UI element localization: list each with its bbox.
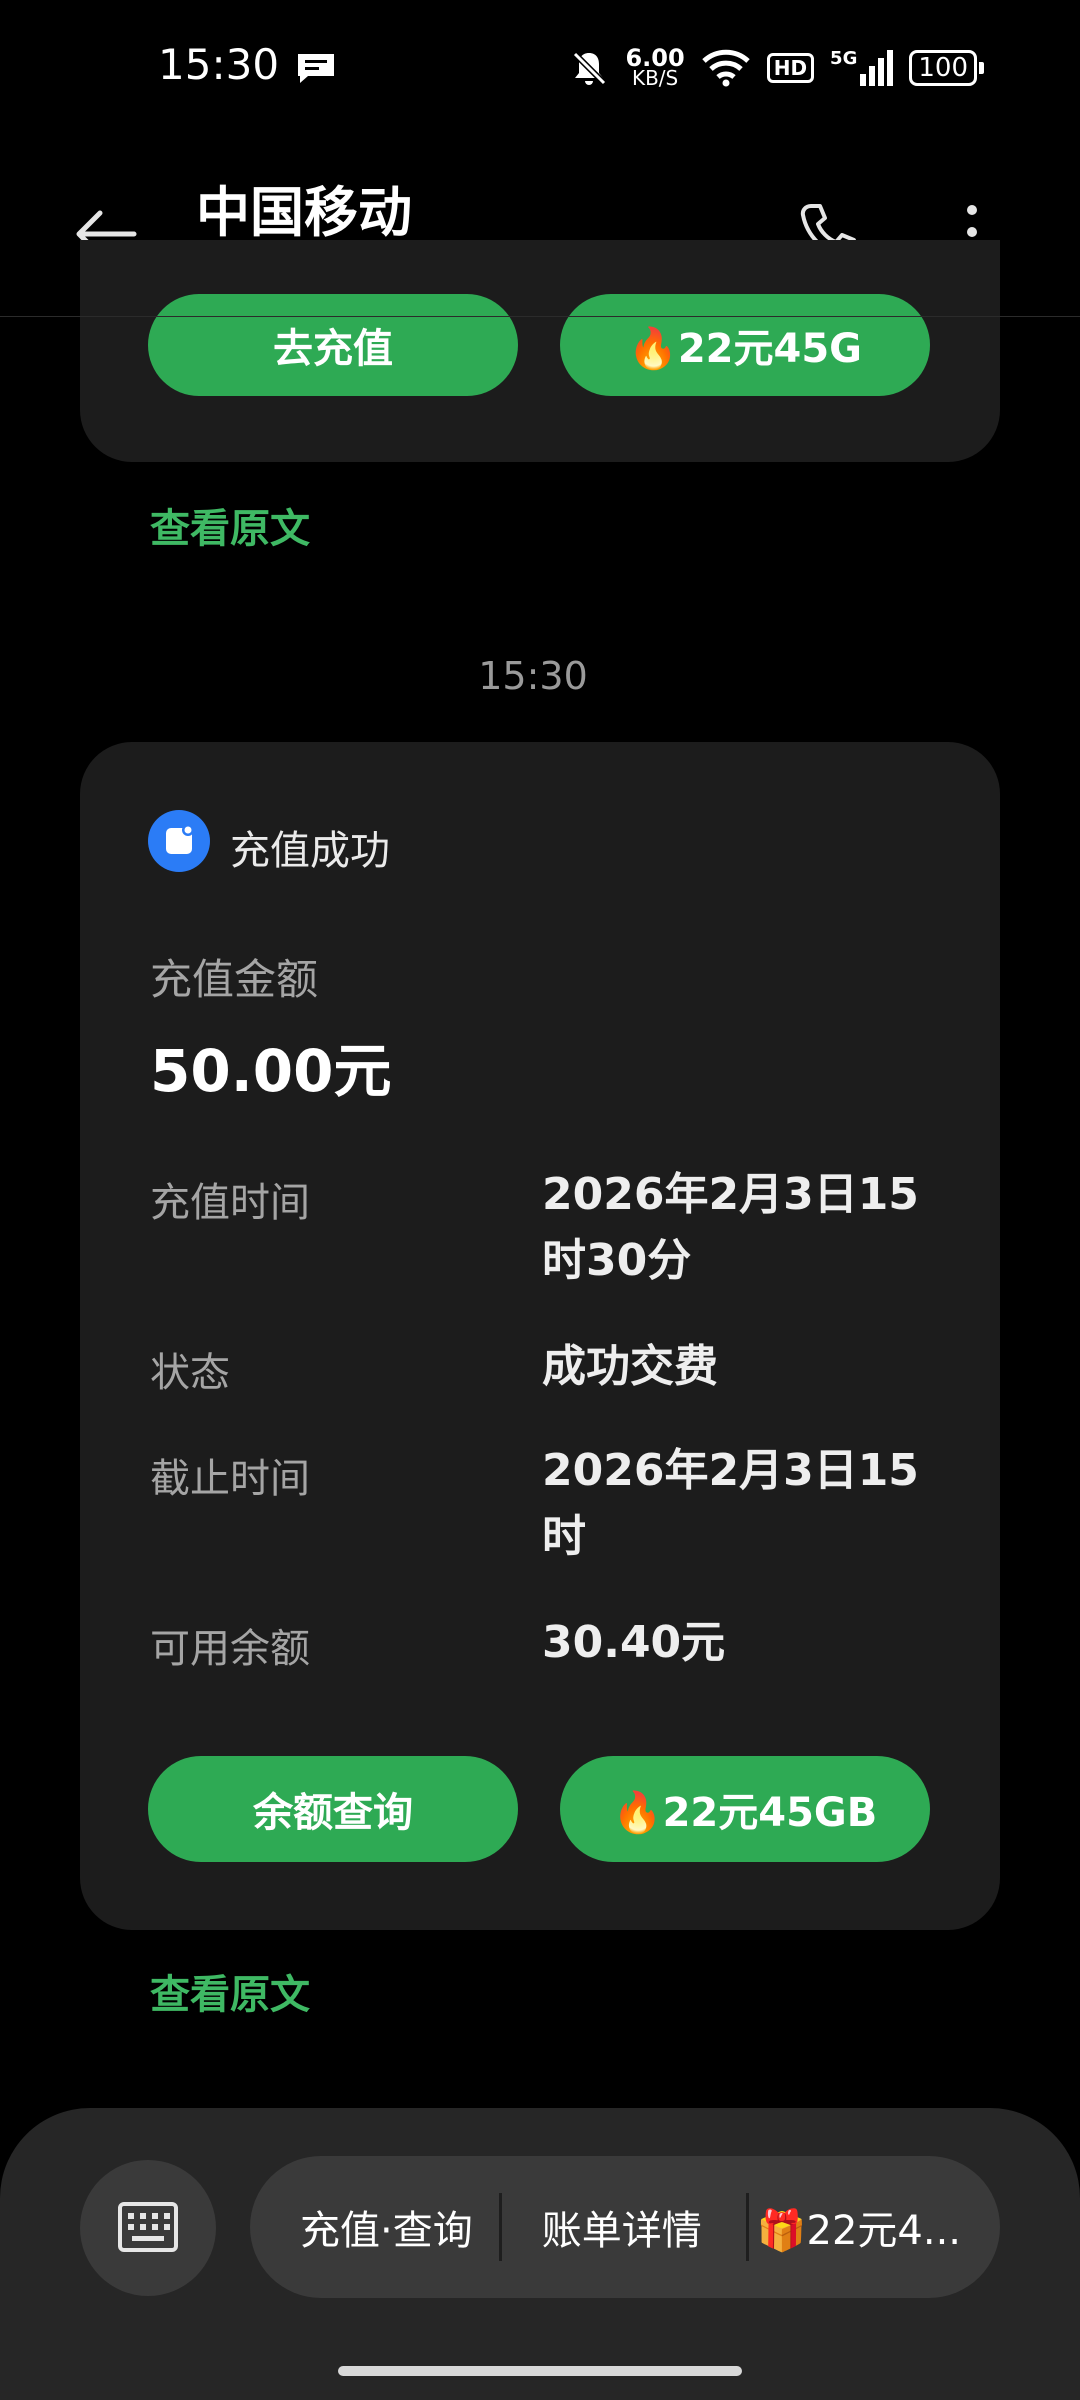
keyboard-toggle-button[interactable] — [80, 2160, 216, 2296]
amount-value: 50.00元 — [150, 1037, 392, 1105]
message-timestamp: 15:30 — [478, 654, 588, 698]
net-speed-value: 6.00 — [625, 44, 685, 72]
battery-level: 100 — [909, 50, 977, 86]
status-icons: 6.00 KB/S HD 5G 100 — [569, 40, 984, 96]
view-original-link-2[interactable]: 查看原文 — [150, 1962, 310, 2020]
status-time: 15:30 — [158, 40, 280, 89]
notification-app-icon — [148, 810, 210, 872]
status-label: 状态 — [150, 1350, 230, 1396]
recharge-time-value: 2026年2月3日15时30分 — [542, 1169, 919, 1286]
recharge-time-label: 充值时间 — [150, 1180, 310, 1226]
status-value: 成功交费 — [542, 1341, 718, 1392]
signal-label: 5G — [830, 48, 858, 69]
quick-menu-promo[interactable]: 🎁22元4... — [749, 2198, 987, 2256]
appbar-divider — [0, 316, 1080, 317]
hd-badge: HD — [766, 53, 815, 83]
home-indicator[interactable] — [338, 2366, 742, 2376]
message-notification-icon — [298, 54, 334, 83]
quick-menu-bill-details[interactable]: 账单详情 — [502, 2198, 746, 2256]
quick-menu-recharge-query[interactable]: 充值·查询 — [250, 2198, 499, 2256]
signal-icon: 5G — [830, 48, 894, 86]
promo-22yuan-45g-button[interactable]: 🔥22元45G — [560, 294, 930, 396]
net-speed-unit: KB/S — [631, 66, 679, 90]
balance-query-button[interactable]: 余额查询 — [148, 1756, 518, 1862]
balance-value: 30.40元 — [542, 1617, 726, 1668]
keyboard-icon — [118, 2202, 178, 2252]
battery-icon: 100 — [909, 50, 984, 86]
mute-bell-icon — [573, 51, 607, 86]
promo-22yuan-45gb-button[interactable]: 🔥22元45GB — [560, 1756, 930, 1862]
amount-label: 充值金额 — [150, 955, 319, 1004]
card-header: 充值成功 — [230, 828, 390, 874]
quick-menu-bar: 充值·查询 账单详情 🎁22元4... — [250, 2156, 1000, 2298]
deadline-value: 2026年2月3日15时 — [542, 1445, 919, 1562]
wifi-icon — [701, 49, 750, 87]
contact-name: 中国移动 — [196, 181, 412, 244]
balance-label: 可用余额 — [150, 1626, 310, 1672]
deadline-label: 截止时间 — [150, 1456, 310, 1502]
view-original-link[interactable]: 查看原文 — [150, 496, 310, 554]
recharge-button[interactable]: 去充值 — [148, 294, 518, 396]
net-speed: 6.00 KB/S — [625, 44, 685, 90]
